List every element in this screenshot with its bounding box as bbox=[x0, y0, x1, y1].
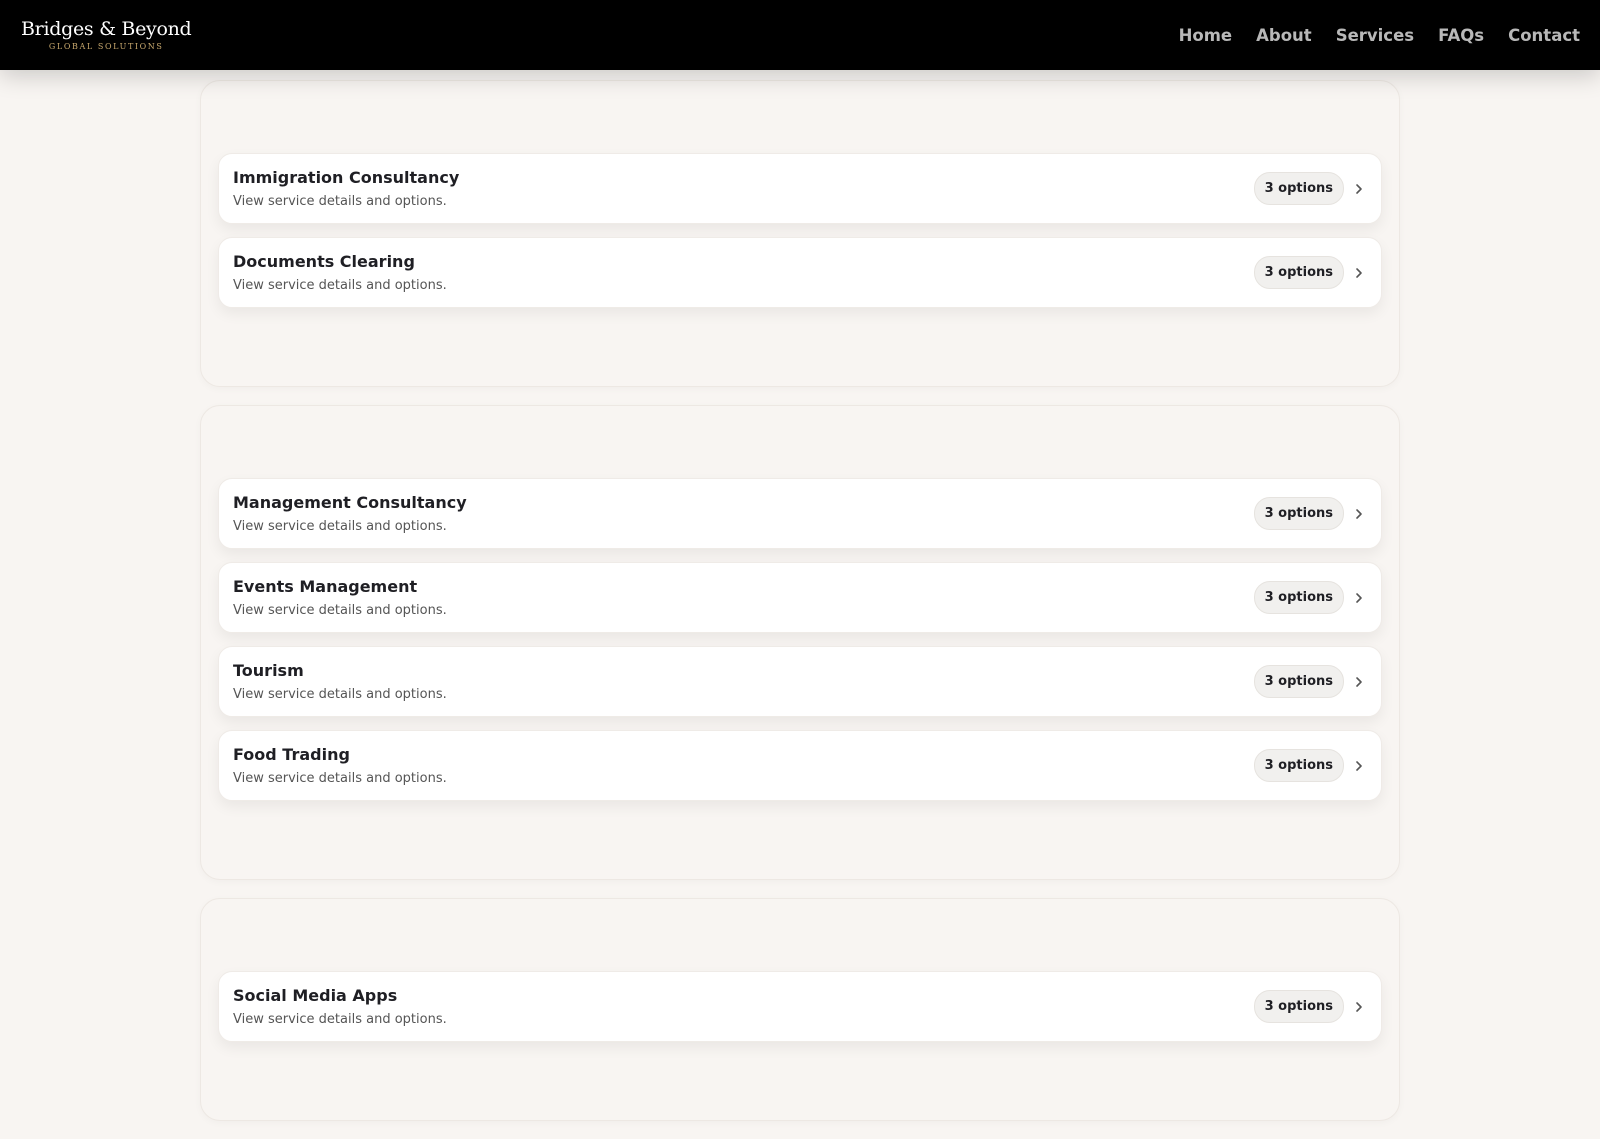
options-badge: 3 options bbox=[1253, 497, 1344, 530]
nav-contact-link[interactable]: Contact bbox=[1508, 26, 1580, 45]
service-row[interactable]: Tourism View service details and options… bbox=[218, 646, 1382, 717]
chevron-right-icon[interactable] bbox=[1354, 507, 1364, 521]
service-description: View service details and options. bbox=[233, 603, 447, 618]
service-description: View service details and options. bbox=[233, 519, 447, 534]
service-row[interactable]: Management Consultancy View service deta… bbox=[218, 478, 1382, 549]
options-badge: 3 options bbox=[1253, 749, 1344, 782]
logo-wordmark: Bridges & Beyond bbox=[21, 17, 192, 40]
service-text: Immigration Consultancy View service det… bbox=[233, 168, 459, 209]
service-title: Immigration Consultancy bbox=[233, 168, 460, 187]
options-badge: 3 options bbox=[1253, 665, 1344, 698]
site-header: Bridges & Beyond GLOBAL SOLUTIONS Home A… bbox=[0, 0, 1600, 70]
service-text: Events Management View service details a… bbox=[233, 577, 447, 618]
service-row[interactable]: Events Management View service details a… bbox=[218, 562, 1382, 633]
options-badge: 3 options bbox=[1253, 990, 1344, 1023]
service-title: Documents Clearing bbox=[233, 252, 415, 271]
chevron-right-icon[interactable] bbox=[1354, 266, 1364, 280]
service-title: Tourism bbox=[233, 661, 304, 680]
service-description: View service details and options. bbox=[233, 278, 447, 293]
service-row[interactable]: Social Media Apps View service details a… bbox=[218, 971, 1382, 1042]
options-badge: 3 options bbox=[1253, 256, 1344, 289]
main-nav: Home About Services FAQs Contact bbox=[1179, 26, 1580, 45]
service-meta: 3 options bbox=[1253, 172, 1364, 205]
service-meta: 3 options bbox=[1253, 581, 1364, 614]
service-group: Social Media Apps View service details a… bbox=[200, 898, 1400, 1121]
chevron-right-icon[interactable] bbox=[1354, 759, 1364, 773]
service-title: Management Consultancy bbox=[233, 493, 467, 512]
service-description: View service details and options. bbox=[233, 1012, 447, 1027]
chevron-right-icon[interactable] bbox=[1354, 1000, 1364, 1014]
service-description: View service details and options. bbox=[233, 194, 447, 209]
service-meta: 3 options bbox=[1253, 665, 1364, 698]
options-badge: 3 options bbox=[1253, 172, 1344, 205]
service-row[interactable]: Documents Clearing View service details … bbox=[218, 237, 1382, 308]
service-meta: 3 options bbox=[1253, 497, 1364, 530]
chevron-right-icon[interactable] bbox=[1354, 591, 1364, 605]
nav-home-link[interactable]: Home bbox=[1179, 26, 1233, 45]
service-title: Social Media Apps bbox=[233, 986, 398, 1005]
services-content: Immigration Consultancy View service det… bbox=[200, 80, 1400, 1139]
service-group: Management Consultancy View service deta… bbox=[200, 405, 1400, 880]
service-description: View service details and options. bbox=[233, 771, 447, 786]
options-badge: 3 options bbox=[1253, 581, 1344, 614]
service-text: Management Consultancy View service deta… bbox=[233, 493, 467, 534]
service-title: Events Management bbox=[233, 577, 418, 596]
service-description: View service details and options. bbox=[233, 687, 447, 702]
service-meta: 3 options bbox=[1253, 990, 1364, 1023]
service-text: Food Trading View service details and op… bbox=[233, 745, 447, 786]
service-meta: 3 options bbox=[1253, 256, 1364, 289]
logo-tagline: GLOBAL SOLUTIONS bbox=[48, 41, 164, 51]
service-row[interactable]: Food Trading View service details and op… bbox=[218, 730, 1382, 801]
service-row[interactable]: Immigration Consultancy View service det… bbox=[218, 153, 1382, 224]
service-title: Food Trading bbox=[233, 745, 350, 764]
chevron-right-icon[interactable] bbox=[1354, 182, 1364, 196]
service-meta: 3 options bbox=[1253, 749, 1364, 782]
chevron-right-icon[interactable] bbox=[1354, 675, 1364, 689]
service-text: Tourism View service details and options… bbox=[233, 661, 447, 702]
service-text: Social Media Apps View service details a… bbox=[233, 986, 447, 1027]
nav-faqs-link[interactable]: FAQs bbox=[1438, 26, 1484, 45]
nav-about-link[interactable]: About bbox=[1256, 26, 1312, 45]
nav-services-link[interactable]: Services bbox=[1336, 26, 1414, 45]
service-text: Documents Clearing View service details … bbox=[233, 252, 447, 293]
brand-logo[interactable]: Bridges & Beyond GLOBAL SOLUTIONS bbox=[21, 17, 192, 51]
service-group: Immigration Consultancy View service det… bbox=[200, 80, 1400, 387]
